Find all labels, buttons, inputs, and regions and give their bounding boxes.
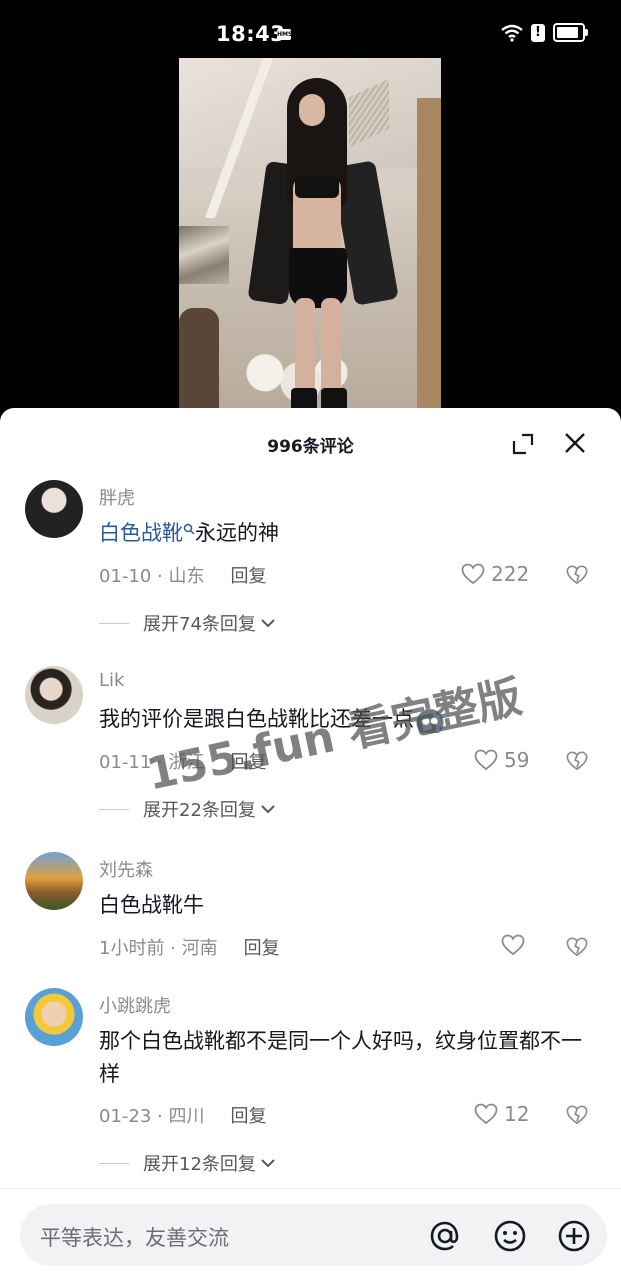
expand-replies[interactable]: 展开12条回复 bbox=[99, 1150, 276, 1176]
like-count: 222 bbox=[491, 562, 530, 586]
at-icon[interactable] bbox=[427, 1218, 463, 1254]
avatar[interactable] bbox=[25, 666, 83, 724]
search-link[interactable]: 白色战靴 bbox=[99, 521, 183, 545]
comment-location: 四川 bbox=[168, 1106, 205, 1127]
comment-text: 白色战靴牛 bbox=[99, 893, 204, 917]
video-person bbox=[247, 78, 399, 410]
like-count: 12 bbox=[504, 1102, 530, 1126]
comment-text: 那个白色战靴都不是同一个人好吗，纹身位置都不一样 bbox=[99, 1029, 582, 1086]
comment-username[interactable]: 刘先森 bbox=[99, 856, 153, 882]
plus-icon[interactable] bbox=[556, 1218, 592, 1254]
chevron-down-icon bbox=[261, 805, 275, 814]
search-icon bbox=[183, 523, 195, 535]
comment-meta: 01-10 · 山东 回复 bbox=[99, 566, 267, 587]
broken-heart-icon[interactable] bbox=[566, 936, 588, 958]
comment-input-bar: 平等表达，友善交流 bbox=[0, 1188, 621, 1281]
heart-icon bbox=[501, 934, 525, 956]
comment-location: 山东 bbox=[168, 566, 205, 587]
comment-text: 白色战靴 永远的神 bbox=[99, 521, 279, 545]
heart-icon bbox=[461, 563, 485, 585]
video-thumbnail[interactable] bbox=[179, 58, 441, 410]
comment-username[interactable]: Lik bbox=[99, 670, 124, 691]
broken-heart-icon[interactable] bbox=[566, 1104, 588, 1126]
hms-badge: HMS bbox=[277, 29, 293, 40]
avatar[interactable] bbox=[25, 988, 83, 1046]
status-time: 18:43 bbox=[216, 22, 286, 46]
comment-username[interactable]: 胖虎 bbox=[99, 484, 135, 510]
comment-date: 01-23 bbox=[99, 1106, 152, 1127]
heart-icon bbox=[474, 749, 498, 771]
broken-heart-icon[interactable] bbox=[566, 564, 588, 586]
emoji-icon[interactable] bbox=[492, 1218, 528, 1254]
broken-heart-icon[interactable] bbox=[566, 750, 588, 772]
like-button[interactable]: 59 bbox=[474, 748, 529, 772]
comment-input[interactable]: 平等表达，友善交流 bbox=[20, 1204, 607, 1266]
avatar[interactable] bbox=[25, 852, 83, 910]
comment-location: 河南 bbox=[181, 938, 218, 959]
chevron-down-icon bbox=[261, 619, 275, 628]
like-count: 59 bbox=[504, 748, 530, 772]
heart-icon bbox=[474, 1103, 498, 1125]
comment-date: 01-10 bbox=[99, 566, 152, 587]
reply-button[interactable]: 回复 bbox=[244, 938, 280, 959]
close-icon[interactable] bbox=[562, 430, 588, 456]
like-button[interactable] bbox=[501, 934, 525, 956]
alert-icon: ! bbox=[531, 23, 545, 42]
battery-icon bbox=[553, 23, 588, 42]
avatar[interactable] bbox=[25, 480, 83, 538]
like-button[interactable]: 12 bbox=[474, 1102, 529, 1126]
chevron-down-icon bbox=[261, 1159, 275, 1168]
status-icons: ! bbox=[501, 23, 588, 42]
expand-icon[interactable] bbox=[511, 432, 535, 456]
wifi-icon bbox=[501, 24, 523, 42]
comment-meta: 1小时前 · 河南 回复 bbox=[99, 938, 280, 959]
reply-button[interactable]: 回复 bbox=[230, 566, 266, 587]
input-placeholder: 平等表达，友善交流 bbox=[40, 1226, 229, 1250]
status-bar: 18:43 HMS ! bbox=[0, 0, 621, 58]
comment-date: 1小时前 bbox=[99, 938, 165, 959]
comment-meta: 01-23 · 四川 回复 bbox=[99, 1106, 267, 1127]
expand-replies[interactable]: 展开74条回复 bbox=[99, 610, 276, 636]
comment-sheet: 996条评论 胖虎 白色战靴 永远的神 01-10 · 山东 回复 222 展开74… bbox=[0, 408, 621, 1280]
expand-replies[interactable]: 展开22条回复 bbox=[99, 796, 276, 822]
reply-button[interactable]: 回复 bbox=[230, 1106, 266, 1127]
like-button[interactable]: 222 bbox=[461, 562, 529, 586]
comment-username[interactable]: 小跳跳虎 bbox=[99, 992, 171, 1018]
